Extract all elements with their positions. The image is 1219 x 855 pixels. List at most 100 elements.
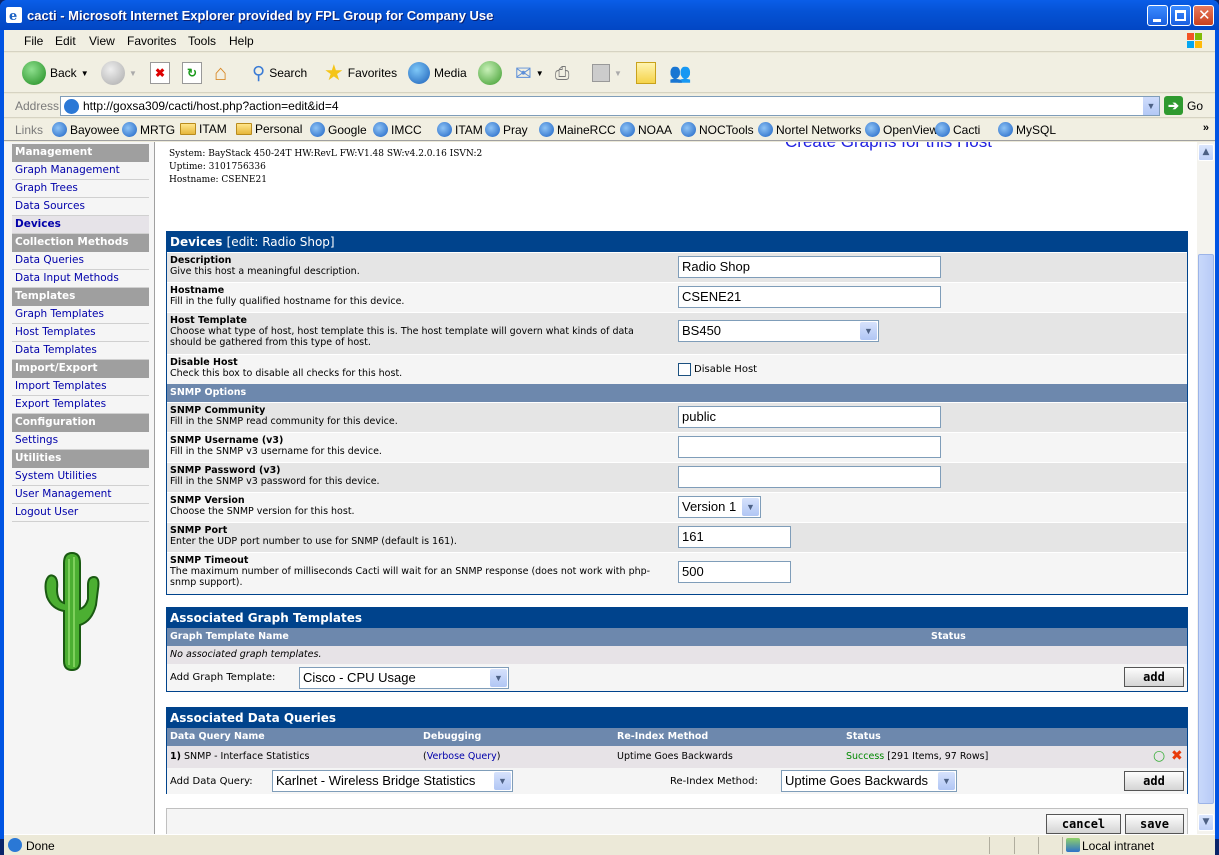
sidebar-item-host-templates[interactable]: Host Templates	[12, 324, 149, 342]
maximize-button[interactable]	[1170, 5, 1191, 26]
link-imcc[interactable]: IMCC	[373, 122, 422, 137]
link-pray[interactable]: Pray	[485, 122, 528, 137]
address-bar: Address http://goxsa309/cacti/host.php?a…	[4, 94, 1215, 118]
cancel-button[interactable]: cancel	[1046, 814, 1121, 834]
forward-button[interactable]: ▼	[101, 59, 137, 87]
menu-tools[interactable]: Tools	[188, 34, 216, 48]
media-button[interactable]: Media	[408, 59, 467, 87]
edit-button[interactable]: ▼	[592, 59, 622, 87]
history-icon	[478, 61, 502, 85]
forward-arrow-icon	[101, 61, 125, 85]
sidebar-item-data-sources[interactable]: Data Sources	[12, 198, 149, 216]
snmp-password-input[interactable]	[678, 466, 941, 488]
reload-query-icon[interactable]: ○	[1153, 748, 1165, 764]
reindex-method-select[interactable]: Uptime Goes Backwards ▼	[781, 770, 957, 792]
mail-button[interactable]: ✉ ▼	[515, 59, 544, 87]
snmp-version-select[interactable]: Version 1 ▼	[678, 496, 761, 518]
sidebar-item-graph-templates[interactable]: Graph Templates	[12, 306, 149, 324]
graph-template-select[interactable]: Cisco - CPU Usage ▼	[299, 667, 509, 689]
snmp-port-input[interactable]: 161	[678, 526, 791, 548]
save-button[interactable]: save	[1125, 814, 1184, 834]
snmp-username-input[interactable]	[678, 436, 941, 458]
menu-view[interactable]: View	[89, 34, 115, 48]
back-button[interactable]: Back ▼	[22, 59, 89, 87]
data-queries-columns: Data Query Name Debugging Re-Index Metho…	[167, 728, 1187, 746]
menu-edit[interactable]: Edit	[55, 34, 76, 48]
chevron-down-icon[interactable]: ▼	[1142, 97, 1159, 115]
stop-button[interactable]: ✖	[150, 59, 170, 87]
link-noaa[interactable]: NOAA	[620, 122, 672, 137]
sidebar-item-import-templates[interactable]: Import Templates	[12, 378, 149, 396]
snmp-community-input[interactable]: public	[678, 406, 941, 428]
scroll-down-button[interactable]: ▼	[1198, 814, 1214, 831]
stop-icon: ✖	[150, 62, 170, 84]
refresh-button[interactable]: ↻	[182, 59, 202, 87]
title-bar: e cacti - Microsoft Internet Explorer pr…	[0, 0, 1219, 30]
print-button[interactable]: ⎙	[555, 59, 569, 87]
sidebar-item-system-utilities[interactable]: System Utilities	[12, 468, 149, 486]
verbose-query-link[interactable]: Verbose Query	[427, 751, 497, 762]
menu-help[interactable]: Help	[229, 34, 254, 48]
home-button[interactable]: ⌂	[214, 59, 227, 87]
description-input[interactable]: Radio Shop	[678, 256, 941, 278]
edit-icon	[592, 64, 610, 82]
link-noctools[interactable]: NOCTools	[681, 122, 754, 137]
table-row: 1) SNMP - Interface Statistics (Verbose …	[167, 746, 1187, 768]
minimize-button[interactable]	[1147, 5, 1168, 26]
ie-page-icon	[539, 122, 554, 137]
link-itam[interactable]: ITAM	[180, 122, 227, 136]
link-mrtg[interactable]: MRTG	[122, 122, 175, 137]
messenger-button[interactable]: 👥	[669, 59, 691, 87]
add-data-query-button[interactable]: add	[1124, 771, 1184, 791]
vertical-scrollbar[interactable]: ▲ ▼	[1197, 142, 1215, 834]
disable-host-checkbox[interactable]: Disable Host	[678, 363, 757, 376]
link-mainercc[interactable]: MaineRCC	[539, 122, 616, 137]
menu-favorites[interactable]: Favorites	[127, 34, 176, 48]
link-mysql[interactable]: MySQL	[998, 122, 1056, 137]
sidebar-item-user-management[interactable]: User Management	[12, 486, 149, 504]
scrollbar-thumb[interactable]	[1198, 254, 1214, 804]
link-itam[interactable]: ITAM	[437, 122, 483, 137]
go-button[interactable]: ➔ Go	[1164, 96, 1203, 115]
link-cacti[interactable]: Cacti	[935, 122, 980, 137]
host-template-select[interactable]: BS450 ▼	[678, 320, 879, 342]
scroll-up-button[interactable]: ▲	[1198, 144, 1214, 161]
checkbox-icon[interactable]	[678, 363, 691, 376]
sidebar-item-data-input-methods[interactable]: Data Input Methods	[12, 270, 149, 288]
graph-templates-header: Associated Graph Templates	[167, 608, 1187, 628]
sidebar-item-settings[interactable]: Settings	[12, 432, 149, 450]
menu-file[interactable]: File	[24, 34, 43, 48]
data-query-select[interactable]: Karlnet - Wireless Bridge Statistics ▼	[272, 770, 513, 792]
more-links-icon[interactable]: »	[1203, 122, 1209, 134]
sidebar-item-data-templates[interactable]: Data Templates	[12, 342, 149, 360]
link-openview[interactable]: OpenView	[865, 122, 938, 137]
sidebar-item-graph-trees[interactable]: Graph Trees	[12, 180, 149, 198]
history-button[interactable]	[478, 59, 502, 87]
media-icon	[408, 62, 430, 84]
sidebar-item-devices[interactable]: Devices	[12, 216, 149, 234]
link-nortel-networks[interactable]: Nortel Networks	[758, 122, 861, 137]
sidebar-item-export-templates[interactable]: Export Templates	[12, 396, 149, 414]
add-graph-template-button[interactable]: add	[1124, 667, 1184, 687]
chevron-down-icon: ▼	[938, 772, 955, 790]
close-button[interactable]: ✕	[1193, 5, 1214, 26]
search-button[interactable]: ⚲ Search	[252, 59, 307, 87]
delete-icon[interactable]: ✖	[1171, 748, 1183, 764]
link-google[interactable]: Google	[310, 122, 367, 137]
snmp-timeout-input[interactable]: 500	[678, 561, 791, 583]
link-bayowee[interactable]: Bayowee	[52, 122, 119, 137]
toolbar: Back ▼ ▼ ✖ ↻ ⌂ ⚲ Search ★ Favorites Media ✉…	[4, 53, 1215, 93]
favorites-button[interactable]: ★ Favorites	[324, 59, 397, 87]
notes-button[interactable]	[636, 59, 656, 87]
hostname-input[interactable]: CSENE21	[678, 286, 941, 308]
star-icon: ★	[324, 60, 344, 85]
link-personal[interactable]: Personal	[236, 122, 302, 136]
sidebar-item-data-queries[interactable]: Data Queries	[12, 252, 149, 270]
svg-text:e: e	[9, 9, 17, 23]
sidebar-item-graph-management[interactable]: Graph Management	[12, 162, 149, 180]
graph-templates-panel: Associated Graph Templates Graph Templat…	[166, 607, 1188, 692]
create-graphs-link[interactable]: Create Graphs for this Host	[785, 142, 992, 152]
intranet-icon	[1066, 838, 1080, 852]
sidebar-item-logout-user[interactable]: Logout User	[12, 504, 149, 522]
address-input[interactable]: http://goxsa309/cacti/host.php?action=ed…	[60, 96, 1160, 116]
